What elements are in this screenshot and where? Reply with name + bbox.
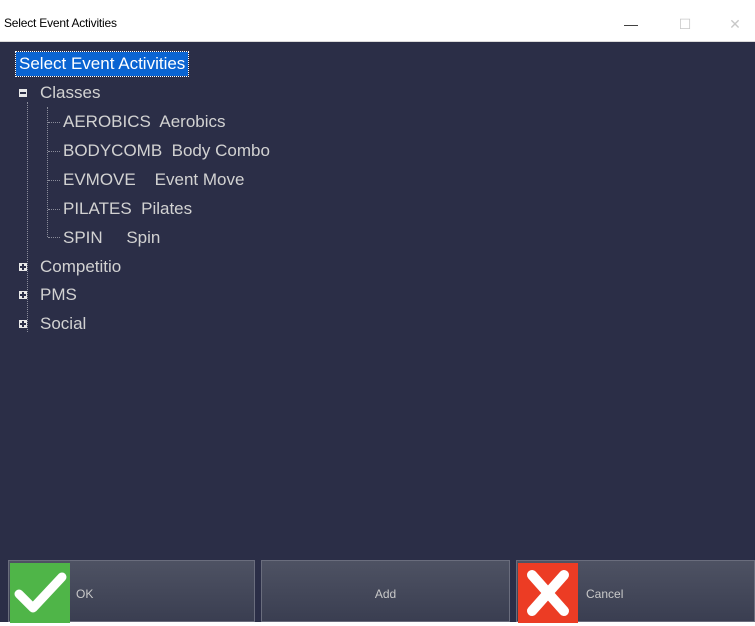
maximize-icon: ☐ bbox=[678, 15, 692, 32]
tree-group-pms[interactable]: PMS bbox=[40, 285, 77, 305]
maximize-button[interactable]: ☐ bbox=[662, 8, 708, 40]
tree-item-spin[interactable]: SPIN Spin bbox=[63, 228, 160, 248]
close-icon: ✕ bbox=[729, 15, 741, 32]
minimize-icon: — bbox=[624, 16, 638, 32]
tree-connector bbox=[27, 102, 28, 332]
close-button[interactable]: ✕ bbox=[712, 8, 755, 40]
cross-icon bbox=[518, 563, 578, 623]
tree-connector bbox=[48, 237, 60, 238]
tree-group-competitio[interactable]: Competitio bbox=[40, 257, 121, 277]
window-title: Select Event Activities bbox=[4, 16, 117, 30]
title-bar-edge bbox=[0, 0, 755, 5]
expand-icon[interactable] bbox=[19, 263, 27, 271]
cancel-button[interactable]: Cancel bbox=[516, 560, 755, 623]
tree-connector bbox=[47, 107, 48, 237]
checkmark-icon bbox=[10, 563, 70, 623]
tree-connector bbox=[48, 151, 60, 152]
minimize-button[interactable]: — bbox=[608, 8, 654, 40]
expand-icon[interactable] bbox=[19, 320, 27, 328]
tree-connector bbox=[48, 209, 60, 210]
ok-button-label: OK bbox=[76, 587, 94, 601]
cancel-button-label: Cancel bbox=[586, 587, 624, 601]
tree-root-node[interactable]: Select Event Activities bbox=[14, 51, 190, 77]
tree-connector bbox=[48, 180, 60, 181]
tree-connector bbox=[48, 122, 60, 123]
tree-item-bodycomb[interactable]: BODYCOMB Body Combo bbox=[63, 141, 270, 161]
expand-icon[interactable] bbox=[19, 291, 27, 299]
tree-item-evmove[interactable]: EVMOVE Event Move bbox=[63, 170, 244, 190]
collapse-icon[interactable] bbox=[19, 89, 27, 97]
tree-group-social[interactable]: Social bbox=[40, 314, 86, 334]
title-bar: Select Event Activities — ☐ ✕ bbox=[0, 0, 755, 41]
add-button[interactable]: Add bbox=[261, 560, 510, 622]
ok-button[interactable]: OK bbox=[8, 560, 255, 623]
tree-item-pilates[interactable]: PILATES Pilates bbox=[63, 199, 192, 219]
add-button-label: Add bbox=[374, 587, 397, 601]
tree-item-aerobics[interactable]: AEROBICS Aerobics bbox=[63, 112, 226, 132]
tree-group-classes[interactable]: Classes bbox=[40, 83, 100, 103]
activity-tree[interactable]: Select Event Activities Classes AEROBICS… bbox=[0, 42, 755, 558]
